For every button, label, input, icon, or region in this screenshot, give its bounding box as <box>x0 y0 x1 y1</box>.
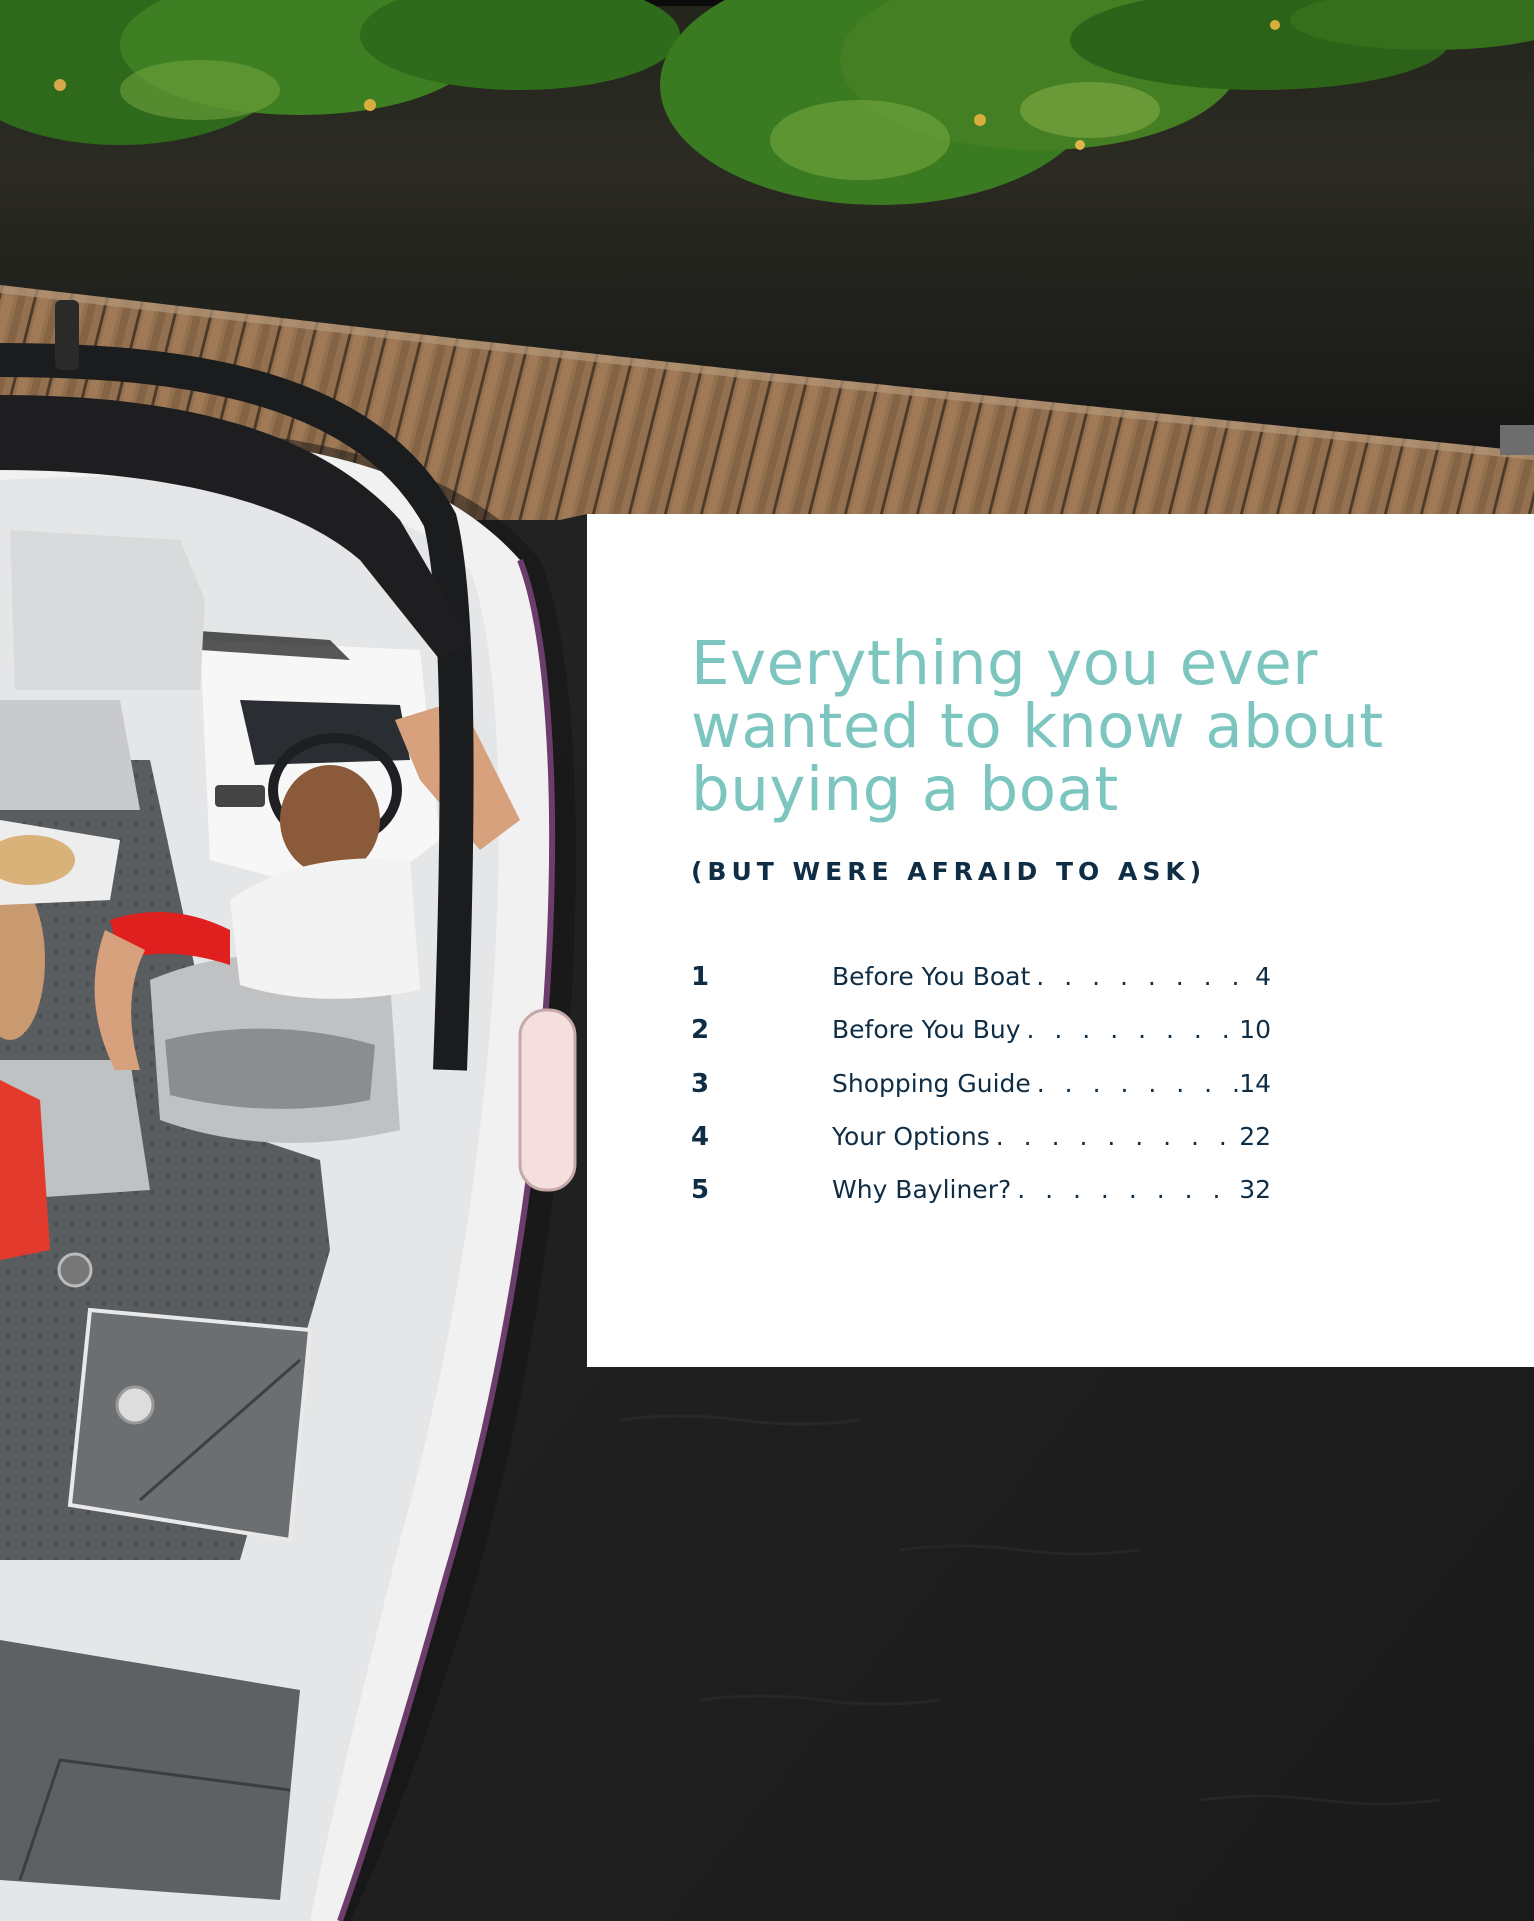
toc-item-page: 22 <box>1239 1121 1271 1151</box>
toc-item[interactable]: 4 Your Options 22 <box>691 1122 1271 1175</box>
toc-item-number: 4 <box>691 1121 710 1152</box>
toc-item-number: 2 <box>691 1015 710 1046</box>
toc-item-number: 5 <box>691 1175 710 1206</box>
toc-leader-dots <box>1021 1015 1240 1044</box>
subheadline: (BUT WERE AFRAID TO ASK) <box>691 857 1207 886</box>
toc-leader-dots <box>1030 962 1241 991</box>
toc-leader-dots <box>1011 1175 1239 1204</box>
toc-item-title: Shopping Guide <box>832 1068 1031 1098</box>
toc-item[interactable]: 2 Before You Buy 10 <box>691 1015 1271 1068</box>
brochure-page: Everything you ever wanted to know about… <box>0 0 1534 1921</box>
toc-item-title: Why Bayliner? <box>832 1175 1012 1205</box>
toc-item[interactable]: 5 Why Bayliner? 32 <box>691 1175 1271 1228</box>
toc-item[interactable]: 1 Before You Boat 4 <box>691 962 1271 1015</box>
toc-item-title: Your Options <box>832 1121 990 1151</box>
toc-item-page: 32 <box>1239 1175 1271 1205</box>
toc-item-number: 1 <box>691 962 710 992</box>
toc-item-number: 3 <box>691 1068 710 1099</box>
headline: Everything you ever wanted to know about… <box>691 628 1384 825</box>
toc-item[interactable]: 3 Shopping Guide 14 <box>691 1069 1271 1122</box>
toc-item-page: 14 <box>1239 1068 1271 1098</box>
toc-item-page: 4 <box>1255 962 1271 991</box>
toc-leader-dots <box>990 1122 1239 1151</box>
toc-leader-dots <box>1031 1069 1239 1098</box>
table-of-contents: 1 Before You Boat 4 2 Before You Buy 10 … <box>691 962 1271 1228</box>
toc-item-title: Before You Buy <box>832 1015 1021 1045</box>
contents-card: Everything you ever wanted to know about… <box>587 514 1534 1367</box>
toc-item-page: 10 <box>1239 1015 1271 1045</box>
toc-item-title: Before You Boat <box>832 962 1031 991</box>
